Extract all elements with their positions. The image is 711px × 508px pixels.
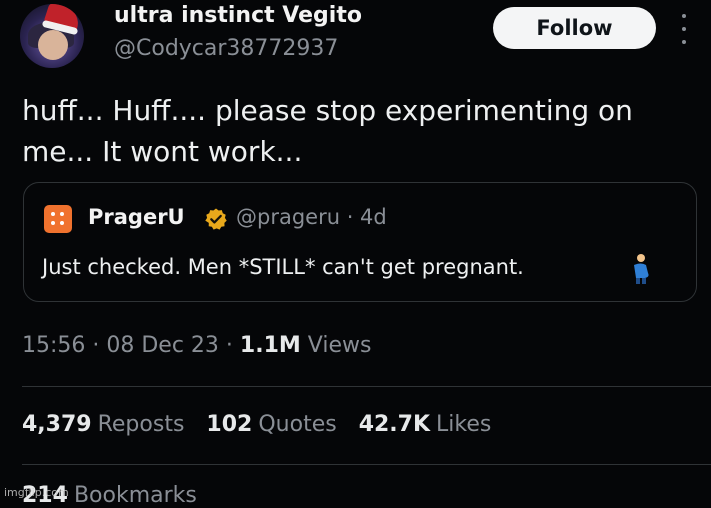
quoted-handle-time: @prageru · 4d [236,205,387,229]
more-options-icon[interactable] [679,14,689,44]
views-count: 1.1M [239,333,301,358]
pregnant-man-icon [634,254,649,284]
quotes-stat[interactable]: 102 Quotes [206,412,336,437]
verified-badge-icon [205,208,227,230]
divider [22,464,711,465]
watermark: imgflip.com [4,486,69,499]
quoted-author-name: PragerU [88,205,185,229]
prageru-logo-icon [44,205,72,233]
divider [22,386,711,387]
tweet-text: huff... Huff.... please stop experimenti… [22,94,633,168]
bookmarks-label: Bookmarks [73,483,197,508]
engagement-stats: 4,379 Reposts 102 Quotes 42.7K Likes [22,412,491,437]
reposts-label: Reposts [97,412,185,437]
quotes-count: 102 [206,412,253,437]
follow-button[interactable]: Follow [493,7,656,49]
author-display-name[interactable]: ultra instinct Vegito [114,3,362,28]
author-handle[interactable]: @Codycar38772937 [114,36,338,61]
likes-label: Likes [436,412,492,437]
reposts-count: 4,379 [22,412,92,437]
avatar-face [38,30,68,60]
quoted-tweet-card[interactable]: PragerU @prageru · 4d Just checked. Men … [23,182,697,302]
tweet-meta: 15:56 · 08 Dec 23 · 1.1M Views [22,333,371,358]
likes-count: 42.7K [358,412,431,437]
quoted-tweet-text: Just checked. Men *STILL* can't get preg… [42,255,524,279]
quotes-label: Quotes [258,412,337,437]
avatar[interactable] [20,4,84,68]
tweet-time-date: 15:56 · 08 Dec 23 · [22,333,240,358]
likes-stat[interactable]: 42.7K Likes [359,412,492,437]
reposts-stat[interactable]: 4,379 Reposts [22,412,184,437]
views-label: Views [307,333,372,358]
